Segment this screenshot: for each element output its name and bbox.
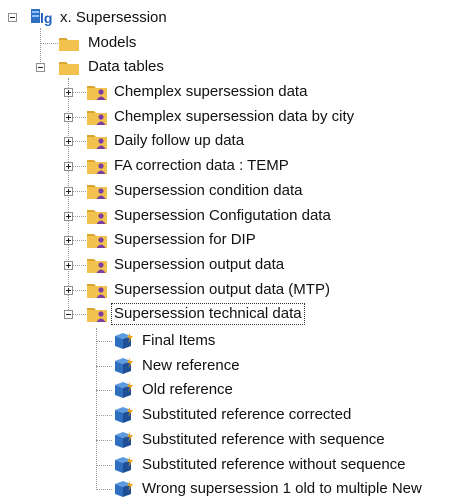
database-icon: lg [30,7,52,26]
folder-user-icon [86,132,108,150]
tree-node-data-table[interactable]: Supersession technical data [111,302,305,326]
cube-icon [114,431,136,449]
tree-node-technical-item[interactable]: Substituted reference with sequence [140,428,387,452]
folder-user-icon [86,256,108,274]
tree-node-data-table[interactable]: Daily follow up data [112,129,246,153]
tree-node-data-table[interactable]: Supersession Configutation data [112,204,333,228]
data-tables-label: Data tables [88,58,164,75]
expand-toggle-data-table[interactable] [64,88,73,97]
tree-node-data-table[interactable]: Supersession output data [112,253,286,277]
data-table-label: Supersession condition data [114,182,303,199]
tree-node-data-table[interactable]: Chemplex supersession data [112,80,309,104]
models-label: Models [88,34,137,51]
expand-toggle-data-table[interactable] [64,236,73,245]
expand-toggle-data-table[interactable] [64,286,73,295]
expand-toggle-data-table[interactable] [64,212,73,221]
folder-user-icon [86,305,108,323]
data-table-label: Supersession output data [114,256,285,273]
technical-item-label: Old reference [142,381,233,398]
data-table-label: Daily follow up data [114,132,245,149]
expand-toggle-data-table[interactable] [64,261,73,270]
expand-toggle-data-table[interactable] [64,137,73,146]
tree-node-data-table[interactable]: Supersession output data (MTP) [112,278,332,302]
data-table-label: Supersession for DIP [114,231,256,248]
tree-view: lg x. Supersession Models Data tables Ch… [0,0,453,504]
technical-item-label: Wrong supersession 1 old to multiple New [142,480,422,497]
folder-user-icon [86,182,108,200]
tree-guide [40,43,58,44]
tree-guide [96,465,112,466]
tree-node-data-table[interactable]: Supersession for DIP [112,228,258,252]
tree-node-technical-item[interactable]: Substituted reference without sequence [140,453,408,477]
cube-icon [114,332,136,350]
tree-node-data-table[interactable]: Supersession condition data [112,179,304,203]
cube-icon [114,406,136,424]
svg-text:lg: lg [40,10,52,26]
tree-node-models[interactable]: Models [86,31,138,55]
collapse-toggle-root[interactable] [8,13,17,22]
cube-icon [114,480,136,498]
expand-toggle-data-table[interactable] [64,162,73,171]
folder-icon [58,34,80,52]
technical-item-label: Final Items [142,332,216,349]
expand-toggle-data-table[interactable] [64,113,73,122]
folder-user-icon [86,231,108,249]
tree-guide [96,415,112,416]
cube-icon [114,381,136,399]
tree-guide [96,341,112,342]
tree-node-root[interactable]: x. Supersession [58,6,169,30]
data-table-label: FA correction data : TEMP [114,157,289,174]
technical-item-label: Substituted reference without sequence [142,456,406,473]
cube-icon [114,357,136,375]
data-table-label: Supersession output data (MTP) [114,281,330,298]
data-table-label: Chemplex supersession data [114,83,308,100]
folder-user-icon [86,281,108,299]
data-table-label: Supersession technical data [111,303,305,325]
expand-toggle-data-table[interactable] [64,187,73,196]
technical-item-label: New reference [142,357,240,374]
data-table-label: Chemplex supersession data by city [114,108,355,125]
folder-user-icon [86,157,108,175]
tree-node-technical-item[interactable]: Final Items [140,329,217,353]
folder-user-icon [86,83,108,101]
folder-icon [58,58,80,76]
tree-node-technical-item[interactable]: New reference [140,354,242,378]
tree-node-data-table[interactable]: Chemplex supersession data by city [112,105,356,129]
cube-icon [114,456,136,474]
tree-node-technical-item[interactable]: Old reference [140,378,235,402]
tree-guide [96,489,112,490]
collapse-toggle-data-tables[interactable] [36,63,45,72]
tree-node-technical-item[interactable]: Substituted reference corrected [140,403,353,427]
root-label: x. Supersession [60,9,167,26]
folder-user-icon [86,207,108,225]
technical-item-label: Substituted reference corrected [142,406,352,423]
tree-guide [96,390,112,391]
collapse-toggle-data-table[interactable] [64,310,73,319]
tree-guide [96,366,112,367]
folder-user-icon [86,108,108,126]
tree-guide [96,440,112,441]
tree-node-data-table[interactable]: FA correction data : TEMP [112,154,291,178]
tree-node-data-tables[interactable]: Data tables [86,55,166,79]
data-table-label: Supersession Configutation data [114,207,331,224]
technical-item-label: Substituted reference with sequence [142,431,385,448]
tree-node-technical-item[interactable]: Wrong supersession 1 old to multiple New [140,477,424,501]
